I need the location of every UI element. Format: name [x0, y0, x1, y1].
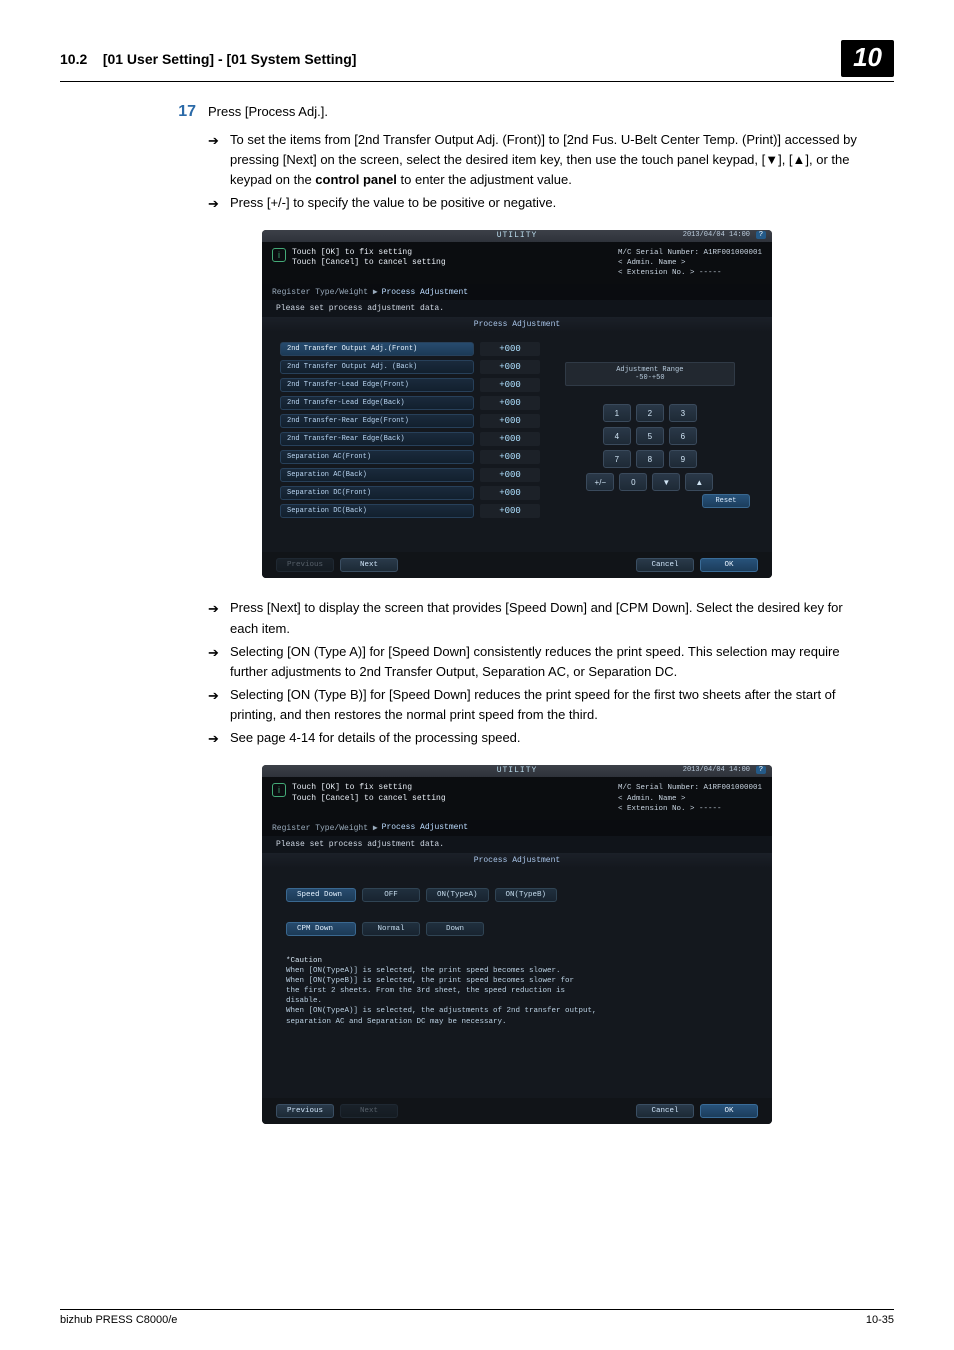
adjustment-value: +000 — [480, 450, 540, 464]
extension-number: < Extension No. > ----- — [618, 804, 762, 814]
step-number: 17 — [170, 103, 208, 121]
keypad-key[interactable]: ▼ — [652, 473, 680, 491]
adjustment-item-button[interactable]: 2nd Transfer-Lead Edge(Back) — [280, 396, 474, 410]
next-button[interactable]: Next — [340, 558, 398, 572]
arrow-icon: ➔ — [208, 130, 230, 151]
adjustment-item-button[interactable]: 2nd Transfer-Lead Edge(Front) — [280, 378, 474, 392]
subtitle: Please set process adjustment data. — [262, 836, 772, 853]
adjustment-range-box: Adjustment Range -50-+50 — [565, 362, 735, 386]
help-icon[interactable]: ? — [756, 766, 766, 774]
keypad-key[interactable]: 5 — [636, 427, 664, 445]
keypad-key[interactable]: 8 — [636, 450, 664, 468]
instruction-line: Touch [Cancel] to cancel setting — [292, 258, 446, 268]
caution-text: *Caution When [ON(TypeA)] is selected, t… — [286, 956, 725, 1027]
adjustment-value: +000 — [480, 486, 540, 500]
adjustment-value: +000 — [480, 360, 540, 374]
mode-label: CPM Down — [286, 922, 356, 936]
tab-label: Process Adjustment — [262, 853, 772, 868]
ok-button[interactable]: OK — [700, 558, 758, 572]
footer-left: bizhub PRESS C8000/e — [60, 1314, 177, 1326]
adjustment-value: +000 — [480, 378, 540, 392]
previous-button[interactable]: Previous — [276, 558, 334, 572]
section-title: [01 User Setting] - [01 System Setting] — [103, 51, 357, 67]
breadcrumb: Register Type/Weight ▶ Process Adjustmen… — [262, 284, 772, 300]
cancel-button[interactable]: Cancel — [636, 558, 694, 572]
adjustment-value: +000 — [480, 432, 540, 446]
keypad-key[interactable]: ▲ — [685, 473, 713, 491]
adjustment-value: +000 — [480, 342, 540, 356]
screenshot-process-adjustment: UTILITY 2013/04/04 14:00 ? i Touch [OK] … — [262, 230, 772, 578]
admin-name: < Admin. Name > — [618, 258, 762, 268]
reset-button[interactable]: Reset — [702, 494, 750, 508]
datetime: 2013/04/04 14:00 — [683, 766, 750, 774]
keypad-key[interactable]: 3 — [669, 404, 697, 422]
adjustment-item-button[interactable]: 2nd Transfer Output Adj. (Back) — [280, 360, 474, 374]
subtitle: Please set process adjustment data. — [262, 300, 772, 317]
info-icon: i — [272, 783, 286, 797]
adjustment-value: +000 — [480, 468, 540, 482]
admin-name: < Admin. Name > — [618, 794, 762, 804]
screen-title: UTILITY — [497, 231, 538, 240]
help-icon[interactable]: ? — [756, 231, 766, 239]
adjustment-value: +000 — [480, 504, 540, 518]
adjustment-item-button[interactable]: Separation DC(Back) — [280, 504, 474, 518]
breadcrumb: Register Type/Weight ▶ Process Adjustmen… — [262, 820, 772, 836]
info-icon: i — [272, 248, 286, 262]
bullet-text: To set the items from [2nd Transfer Outp… — [230, 130, 864, 190]
serial-number: M/C Serial Number: A1RF001000001 — [618, 783, 762, 793]
mode-option-button[interactable]: Down — [426, 922, 484, 936]
instruction-line: Touch [Cancel] to cancel setting — [292, 794, 446, 804]
previous-button[interactable]: Previous — [276, 1104, 334, 1118]
keypad-key[interactable]: 9 — [669, 450, 697, 468]
adjustment-value: +000 — [480, 414, 540, 428]
mode-option-button[interactable]: ON(TypeA) — [426, 888, 489, 902]
next-button[interactable]: Next — [340, 1104, 398, 1118]
mode-option-button[interactable]: OFF — [362, 888, 420, 902]
bullet-text: See page 4-14 for details of the process… — [230, 728, 864, 748]
keypad-key[interactable]: 1 — [603, 404, 631, 422]
mode-option-button[interactable]: Normal — [362, 922, 420, 936]
section-number: 10.2 — [60, 51, 87, 67]
step-text: Press [Process Adj.]. — [208, 102, 864, 122]
datetime: 2013/04/04 14:00 — [683, 231, 750, 239]
arrow-icon: ➔ — [208, 642, 230, 663]
keypad-key[interactable]: 0 — [619, 473, 647, 491]
instruction-line: Touch [OK] to fix setting — [292, 248, 446, 258]
adjustment-item-button[interactable]: Separation AC(Back) — [280, 468, 474, 482]
adjustment-item-button[interactable]: 2nd Transfer-Rear Edge(Back) — [280, 432, 474, 446]
adjustment-item-button[interactable]: Separation DC(Front) — [280, 486, 474, 500]
arrow-icon: ➔ — [208, 685, 230, 706]
keypad-key[interactable]: 7 — [603, 450, 631, 468]
page-footer: bizhub PRESS C8000/e 10-35 — [60, 1309, 894, 1326]
extension-number: < Extension No. > ----- — [618, 268, 762, 278]
arrow-icon: ➔ — [208, 598, 230, 619]
bullet-text: Press [Next] to display the screen that … — [230, 598, 864, 638]
mode-label: Speed Down — [286, 888, 356, 902]
mode-option-button[interactable]: ON(TypeB) — [495, 888, 558, 902]
keypad-key[interactable]: 2 — [636, 404, 664, 422]
bullet-text: Press [+/-] to specify the value to be p… — [230, 193, 864, 213]
screenshot-speed-down: UTILITY 2013/04/04 14:00 ? i Touch [OK] … — [262, 765, 772, 1123]
keypad-key[interactable]: +/− — [586, 473, 614, 491]
instruction-line: Touch [OK] to fix setting — [292, 783, 446, 793]
arrow-icon: ➔ — [208, 728, 230, 749]
adjustment-value: +000 — [480, 396, 540, 410]
keypad-key[interactable]: 6 — [669, 427, 697, 445]
adjustment-item-button[interactable]: 2nd Transfer-Rear Edge(Front) — [280, 414, 474, 428]
cancel-button[interactable]: Cancel — [636, 1104, 694, 1118]
adjustment-item-button[interactable]: Separation AC(Front) — [280, 450, 474, 464]
screen-title: UTILITY — [497, 766, 538, 775]
arrow-icon: ➔ — [208, 193, 230, 214]
chapter-number: 10 — [841, 40, 894, 77]
tab-label: Process Adjustment — [262, 317, 772, 332]
serial-number: M/C Serial Number: A1RF001000001 — [618, 248, 762, 258]
page-header: 10.2 [01 User Setting] - [01 System Sett… — [60, 40, 894, 82]
ok-button[interactable]: OK — [700, 1104, 758, 1118]
bullet-text: Selecting [ON (Type A)] for [Speed Down]… — [230, 642, 864, 682]
bullet-text: Selecting [ON (Type B)] for [Speed Down]… — [230, 685, 864, 725]
adjustment-item-button[interactable]: 2nd Transfer Output Adj.(Front) — [280, 342, 474, 356]
footer-right: 10-35 — [866, 1314, 894, 1326]
keypad-key[interactable]: 4 — [603, 427, 631, 445]
